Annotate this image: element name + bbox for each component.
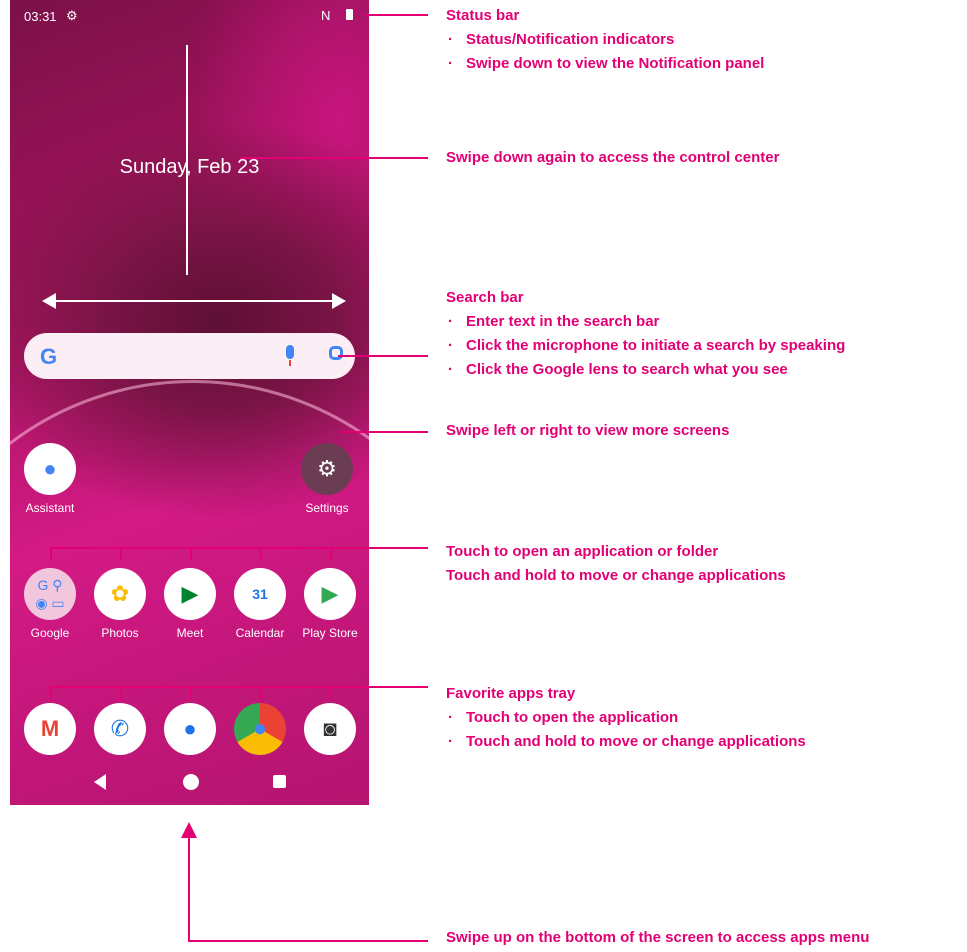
app-photos[interactable]: ✿ Photos bbox=[85, 568, 155, 640]
phone-screen: 03:31 ⚙ N Sunday, Feb 23 G ● Assistant ⚙… bbox=[10, 0, 369, 805]
app-label: Calendar bbox=[235, 626, 285, 640]
apps-bracket-line bbox=[50, 547, 428, 549]
chrome-icon: ● bbox=[234, 703, 286, 755]
swipe-screens-callout-line bbox=[340, 431, 428, 433]
settings-status-icon: ⚙ bbox=[66, 8, 78, 23]
google-g-icon: G bbox=[40, 344, 58, 369]
app-google-folder[interactable]: G ⚲ ◉ ▭ Google bbox=[15, 568, 85, 640]
note-bullet: Status/Notification indicators bbox=[446, 28, 764, 52]
apps-menu-vertical-line bbox=[188, 836, 190, 942]
note-bullet: Click the microphone to initiate a searc… bbox=[446, 334, 845, 358]
note-line: Touch and hold to move or change applica… bbox=[446, 567, 786, 584]
messages-icon: ● bbox=[164, 703, 216, 755]
app-label: Photos bbox=[101, 626, 139, 640]
meet-icon: ▶ bbox=[164, 568, 216, 620]
battery-icon bbox=[346, 9, 353, 20]
status-callout-line bbox=[366, 14, 428, 16]
bracket-tick bbox=[190, 547, 192, 561]
note-bullet: Click the Google lens to search what you… bbox=[446, 358, 845, 382]
app-label: Meet bbox=[176, 626, 204, 640]
status-bar-note: Status bar Status/Notification indicator… bbox=[446, 4, 764, 76]
dock-bracket-line bbox=[50, 686, 428, 688]
bracket-tick bbox=[260, 547, 262, 561]
bracket-tick bbox=[190, 686, 192, 700]
app-label: Google bbox=[30, 626, 70, 640]
calendar-badge: 31 bbox=[252, 586, 268, 602]
photos-icon: ✿ bbox=[94, 568, 146, 620]
recents-icon[interactable] bbox=[273, 775, 286, 788]
navigation-bar[interactable] bbox=[10, 760, 369, 805]
note-bullet: Swipe down to view the Notification pane… bbox=[446, 52, 764, 76]
gear-icon: ⚙ bbox=[301, 443, 353, 495]
status-time: 03:31 bbox=[24, 9, 57, 24]
bracket-tick bbox=[50, 686, 52, 700]
bracket-tick bbox=[120, 547, 122, 561]
dock-gmail[interactable]: M bbox=[15, 703, 85, 761]
search-bar-note: Search bar Enter text in the search bar … bbox=[446, 286, 845, 382]
nfc-icon: N bbox=[321, 8, 331, 23]
swipe-horizontal-guide-line bbox=[54, 300, 334, 302]
home-icon[interactable] bbox=[183, 774, 199, 790]
note-title: Search bar bbox=[446, 289, 524, 306]
gmail-icon: M bbox=[24, 703, 76, 755]
note-title: Favorite apps tray bbox=[446, 685, 576, 702]
control-center-callout-line bbox=[240, 157, 428, 159]
note-line: Touch to open an application or folder bbox=[446, 543, 719, 560]
mic-stem bbox=[289, 360, 291, 366]
note-bullet: Touch and hold to move or change applica… bbox=[446, 730, 806, 754]
app-label: Settings bbox=[305, 501, 349, 515]
bracket-tick bbox=[260, 686, 262, 700]
app-label: Play Store bbox=[302, 626, 358, 640]
phone-icon: ✆ bbox=[94, 703, 146, 755]
play-store-icon: ▶ bbox=[304, 568, 356, 620]
favorites-note: Favorite apps tray Touch to open the app… bbox=[446, 682, 806, 754]
app-assistant[interactable]: ● Assistant bbox=[15, 443, 85, 515]
lens-icon[interactable] bbox=[329, 346, 343, 360]
back-icon[interactable] bbox=[94, 774, 106, 790]
apps-menu-note: Swipe up on the bottom of the screen to … bbox=[446, 929, 870, 946]
bracket-tick bbox=[330, 686, 332, 700]
mic-icon[interactable] bbox=[286, 345, 294, 359]
search-callout-line bbox=[338, 355, 428, 357]
bracket-tick bbox=[120, 686, 122, 700]
apps-note: Touch to open an application or folder T… bbox=[446, 540, 786, 588]
dock-phone[interactable]: ✆ bbox=[85, 703, 155, 761]
note-title: Status bar bbox=[446, 7, 520, 24]
home-date: Sunday, Feb 23 bbox=[119, 156, 260, 178]
arrow-left-icon bbox=[42, 293, 56, 309]
assistant-icon: ● bbox=[24, 443, 76, 495]
dock-messages[interactable]: ● bbox=[155, 703, 225, 761]
app-settings[interactable]: ⚙ Settings bbox=[292, 443, 362, 515]
arrow-right-icon bbox=[332, 293, 346, 309]
apps-menu-horizontal-line bbox=[188, 940, 428, 942]
app-play-store[interactable]: ▶ Play Store bbox=[295, 568, 365, 640]
app-label: Assistant bbox=[25, 501, 75, 515]
bracket-tick bbox=[50, 547, 52, 561]
dock-chrome[interactable]: ● bbox=[225, 703, 295, 761]
camera-icon: ◙ bbox=[304, 703, 356, 755]
bracket-tick bbox=[330, 547, 332, 561]
status-bar[interactable]: 03:31 ⚙ N bbox=[10, 0, 369, 30]
note-bullet: Touch to open the application bbox=[446, 706, 806, 730]
calendar-icon: 31 bbox=[234, 568, 286, 620]
app-calendar[interactable]: 31 Calendar bbox=[225, 568, 295, 640]
note-bullet: Enter text in the search bar bbox=[446, 310, 845, 334]
google-folder-icon: G ⚲ ◉ ▭ bbox=[24, 568, 76, 620]
control-center-note: Swipe down again to access the control c… bbox=[446, 149, 780, 166]
swipe-screens-note: Swipe left or right to view more screens bbox=[446, 422, 730, 439]
dock-camera[interactable]: ◙ bbox=[295, 703, 365, 761]
search-bar[interactable]: G bbox=[24, 333, 355, 379]
app-meet[interactable]: ▶ Meet bbox=[155, 568, 225, 640]
